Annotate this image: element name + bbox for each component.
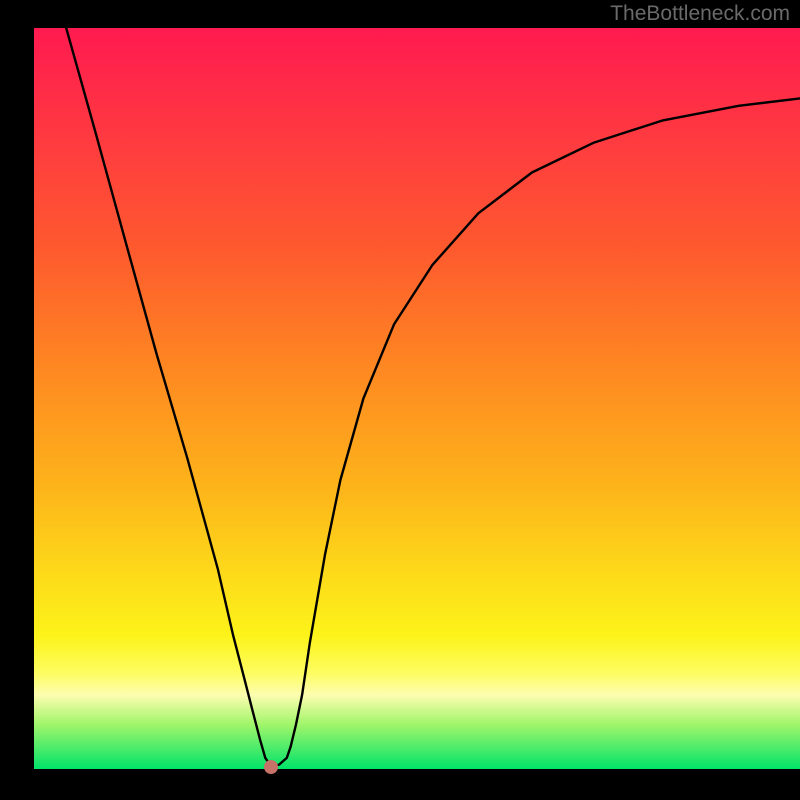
minimum-marker — [264, 760, 278, 774]
watermark-text: TheBottleneck.com — [610, 2, 790, 26]
bottleneck-curve — [34, 28, 800, 769]
curve-path — [66, 28, 800, 767]
gradient-plot-area — [34, 28, 800, 769]
